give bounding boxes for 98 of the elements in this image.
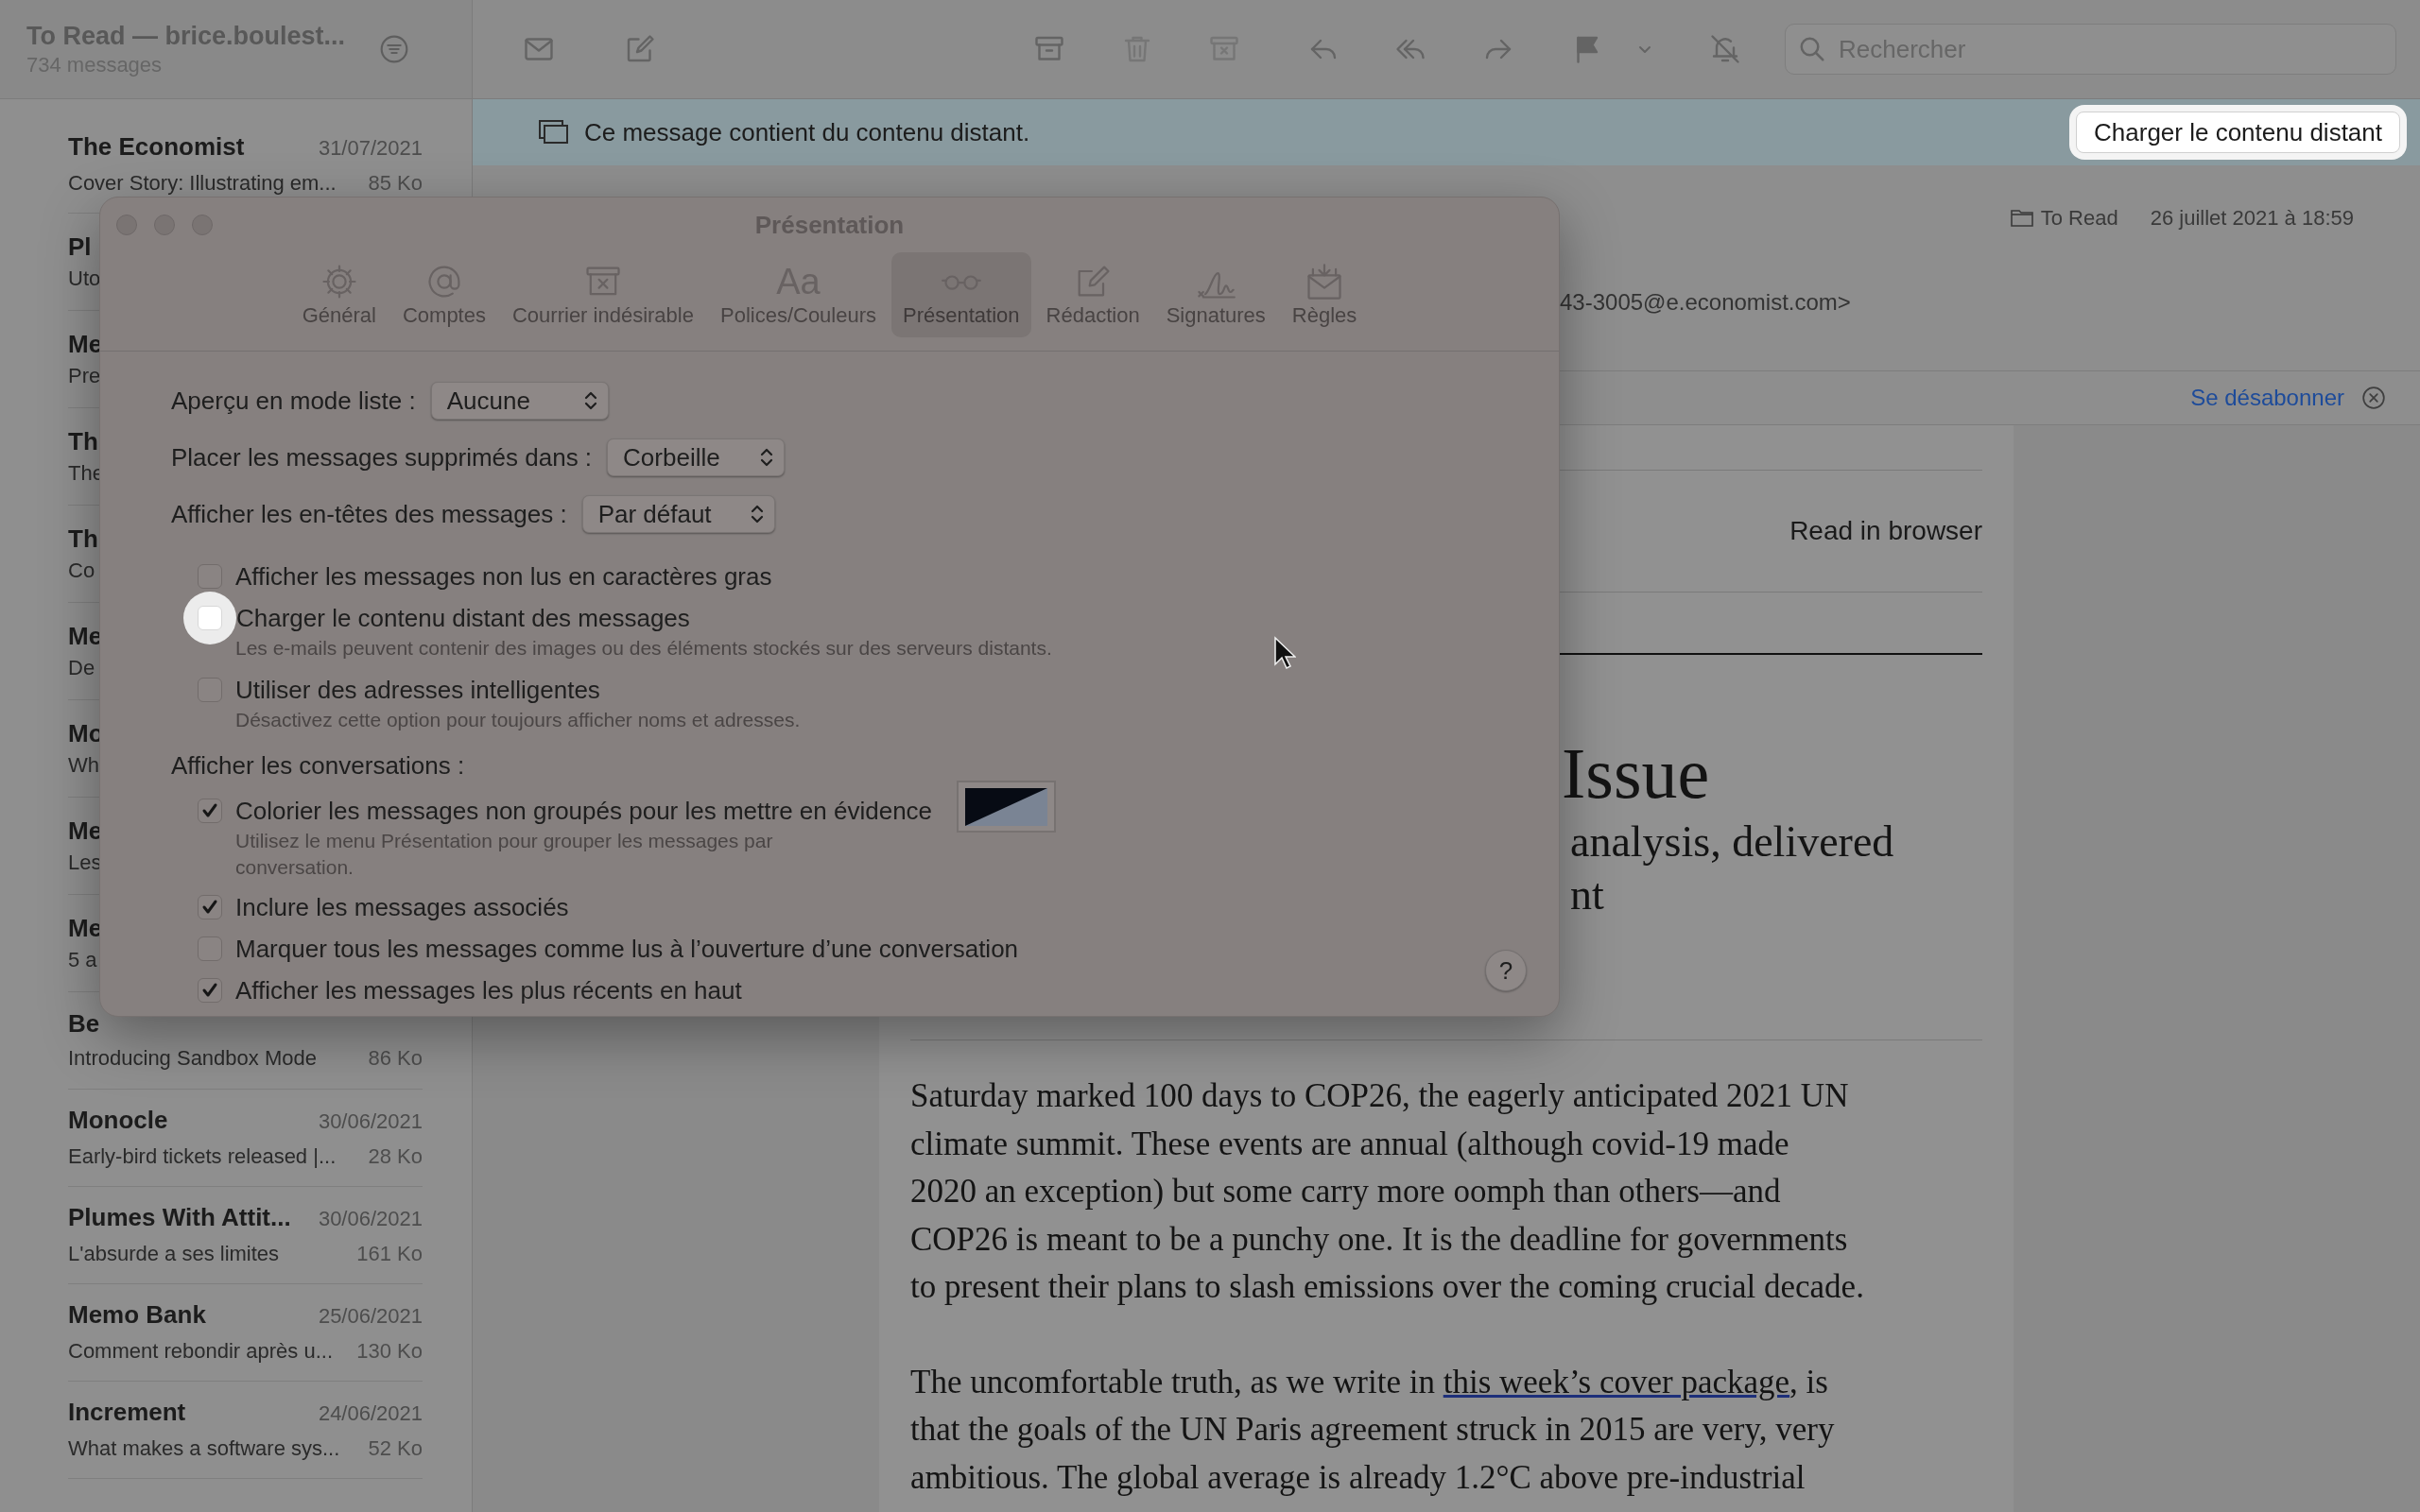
message-preview: What makes a software sys... [68, 1435, 340, 1462]
message-preview: Cover Story: Illustrating em... [68, 169, 337, 197]
message-date: 31/07/2021 [318, 134, 423, 162]
message-date: 30/06/2021 [318, 1205, 423, 1232]
up-down-chevron-icon [759, 446, 775, 469]
newsletter-subheading: nt [1570, 869, 1605, 920]
checkbox-label: Inclure les messages associés [235, 891, 569, 923]
window-zoom-button[interactable] [192, 215, 213, 235]
sender-name: Increment [68, 1396, 186, 1427]
up-down-chevron-icon [582, 389, 598, 412]
folder-icon [2010, 208, 2033, 227]
popup-button[interactable]: Par défaut [581, 495, 775, 533]
message-item[interactable]: Increment 24/06/2021 What makes a software sys... 52 Ko [68, 1382, 423, 1479]
read-in-browser-link[interactable]: Read in browser [1789, 511, 1982, 551]
message-preview: Pre [68, 363, 101, 389]
message-date: 24/06/2021 [318, 1400, 423, 1427]
checkbox[interactable] [198, 978, 222, 1003]
preferences-tab[interactable]: Signatures [1154, 252, 1277, 337]
option-hint: Les e-mails peuvent contenir des images ou des éléments stockés sur des serveurs distants. [234, 636, 1052, 661]
sender-name: Me [68, 913, 103, 943]
newsletter-headline: Issue [1562, 732, 1710, 815]
message-item[interactable]: Plumes With Attit... 30/06/2021 L'absurde a ses limites 161 Ko [68, 1187, 423, 1284]
preferences-tab[interactable]: Rédaction [1034, 252, 1151, 337]
message-preview: Uto [68, 266, 101, 292]
message-size: 52 Ko [368, 1435, 423, 1462]
message-size: 28 Ko [368, 1143, 423, 1170]
sender-name: Me [68, 329, 103, 359]
checkbox-label: Marquer tous les messages comme lus à l’ouverture d’une conversation [235, 933, 1019, 965]
checkbox-label: Utiliser des adresses intelligentes [235, 674, 600, 706]
message-date: 25/06/2021 [318, 1302, 423, 1330]
sender-address: 43-3005@e.economist.com> [1560, 288, 1851, 317]
filter-icon[interactable] [379, 34, 409, 64]
sender-name: The Economist [68, 130, 245, 162]
message-size: 86 Ko [368, 1044, 423, 1072]
option-hint: Utilisez le menu Présentation pour grouper les messages par conversation. [234, 829, 773, 880]
checkbox[interactable] [198, 895, 222, 919]
load-remote-content-button[interactable]: Charger le contenu distant [2076, 112, 2400, 153]
preferences-tab[interactable]: Général [290, 252, 388, 337]
windows-icon [539, 120, 569, 145]
message-preview: Co [68, 558, 95, 584]
sender-name: Pl [68, 232, 92, 262]
message-date: 26 juillet 2021 à 18:59 [2150, 204, 2354, 232]
message-preview: Early-bird tickets released |... [68, 1143, 337, 1170]
article-paragraph: The uncomfortable truth, as we write in this week’s cover package, is that the goals of the UN Paris agreement struck in 2015 are very, very ambitious. The global average is already 1.2°C above pre-industrial [910, 1362, 1836, 1498]
search-icon [1798, 35, 1826, 63]
message-date: 30/06/2021 [318, 1108, 423, 1135]
muted-bell-icon[interactable] [1708, 32, 1742, 66]
newsletter-subheading: analysis, delivered [1570, 816, 1895, 868]
sender-name: Memo Bank [68, 1298, 206, 1330]
message-preview: De [68, 655, 95, 681]
preferences-tab[interactable]: Règles [1280, 252, 1369, 337]
checkbox-label: Charger le contenu distant des messages [236, 602, 690, 634]
setting-label: Aperçu en mode liste : [171, 385, 416, 417]
sender-name: Be [68, 1007, 100, 1039]
sender-name: Plumes With Attit... [68, 1201, 291, 1232]
sender-name: Th [68, 426, 98, 456]
message-preview: Introducing Sandbox Mode [68, 1044, 317, 1072]
window-close-button[interactable] [116, 215, 137, 235]
message-item[interactable]: Memo Bank 25/06/2021 Comment rebondir après u... 130 Ko [68, 1284, 423, 1382]
checkbox[interactable] [198, 678, 222, 702]
remote-content-notice: Ce message contient du contenu distant. [584, 116, 1030, 148]
option-hint: Désactivez cette option pour toujours afficher noms et adresses. [234, 708, 801, 732]
mailbox-label: To Read [2040, 204, 2118, 232]
unsubscribe-link[interactable]: Se désabonner [2190, 381, 2344, 415]
checkbox[interactable] [198, 799, 222, 823]
close-icon[interactable] [2361, 386, 2386, 410]
popup-button[interactable]: Aucune [430, 382, 609, 420]
help-button[interactable]: ? [1485, 950, 1527, 991]
message-preview: Wh [68, 752, 99, 779]
preferences-tab[interactable]: Comptes [390, 252, 497, 337]
cover-package-link[interactable]: this week’s cover package [1443, 1363, 1790, 1400]
checkbox[interactable] [198, 936, 222, 961]
article-paragraph: Saturday marked 100 days to COP26, the eagerly anticipated 2021 UN climate summit. These events are annual (although covid-19 made 2020 an exception) but some carry more oomph than others—and COP26 is meant to be a punchy one. It is the deadline for governments to present their plans to slash emissions over the coming crucial decade. [910, 1076, 1865, 1307]
color-swatch-icon [965, 787, 1048, 826]
preferences-tab[interactable]: Présentation [891, 252, 1031, 337]
preferences-tab[interactable]: Courrier indésirable [501, 252, 705, 337]
section-label: Afficher les conversations : [171, 749, 465, 782]
message-preview: L'absurde a ses limites [68, 1240, 280, 1267]
checkbox-label: Colorier les messages non groupés pour les mettre en évidence [235, 795, 933, 827]
message-size: 161 Ko [356, 1240, 423, 1267]
message-size: 130 Ko [356, 1337, 423, 1365]
setting-label: Afficher les en-têtes des messages : [171, 498, 567, 530]
message-preview: 5 a [68, 947, 97, 973]
pointer-cursor-icon [1273, 636, 1296, 670]
window-minimize-button[interactable] [154, 215, 175, 235]
checkbox[interactable] [198, 564, 222, 589]
message-preview: Comment rebondir après u... [68, 1337, 334, 1365]
sender-name: Monocle [68, 1104, 168, 1135]
popup-button[interactable]: Corbeille [607, 438, 786, 476]
sender-name: Th [68, 524, 98, 554]
color-well[interactable] [957, 781, 1057, 833]
checkbox-label: Afficher les messages non lus en caractères gras [235, 560, 772, 593]
setting-label: Placer les messages supprimés dans : [171, 441, 593, 473]
sender-name: Me [68, 816, 103, 846]
sender-name: Me [68, 621, 103, 651]
message-item[interactable]: Monocle 30/06/2021 Early-bird tickets released |... 28 Ko [68, 1090, 423, 1187]
message-size: 85 Ko [368, 169, 423, 197]
up-down-chevron-icon [749, 503, 765, 525]
